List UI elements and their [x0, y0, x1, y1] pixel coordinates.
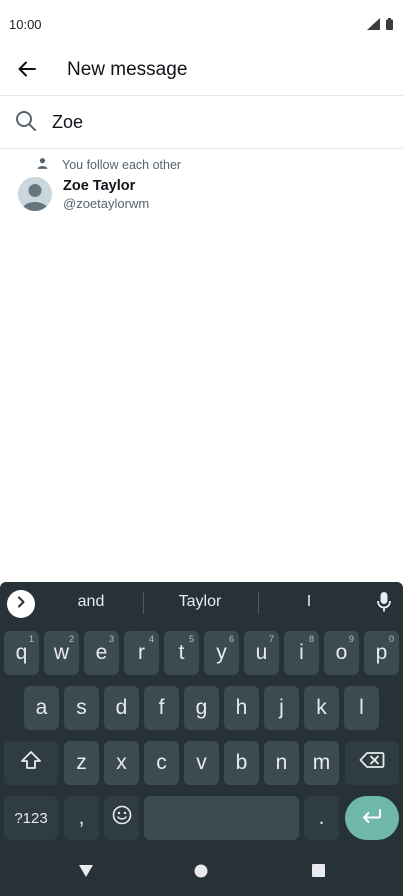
suggestion-divider [143, 592, 144, 614]
key-s[interactable]: s [64, 686, 99, 730]
key-a[interactable]: a [24, 686, 59, 730]
search-icon [14, 109, 38, 138]
suggestion-1[interactable]: and [46, 593, 136, 611]
navigation-bar [0, 850, 403, 896]
key-r[interactable]: r4 [124, 631, 159, 675]
user-name: Zoe Taylor [63, 178, 136, 194]
symbols-key[interactable]: ?123 [4, 796, 58, 840]
key-m[interactable]: m [304, 741, 339, 785]
nav-recents-button[interactable] [309, 864, 327, 882]
key-n[interactable]: n [264, 741, 299, 785]
key-k[interactable]: k [304, 686, 339, 730]
avatar[interactable] [18, 177, 52, 211]
key-z[interactable]: z [64, 741, 99, 785]
comma-key[interactable]: , [64, 796, 99, 840]
shift-key[interactable] [4, 741, 58, 785]
backspace-icon [359, 751, 385, 775]
signal-icon [367, 17, 380, 35]
keyboard: and Taylor I q1 w2 e3 r4 t5 y6 u7 i8 o9 … [0, 582, 403, 896]
key-x[interactable]: x [104, 741, 139, 785]
social-context: You follow each other [36, 157, 181, 173]
suggestion-divider [258, 592, 259, 614]
suggestion-bar: and Taylor I [0, 582, 403, 624]
triangle-down-icon [78, 864, 94, 883]
key-c[interactable]: c [144, 741, 179, 785]
key-v[interactable]: v [184, 741, 219, 785]
key-b[interactable]: b [224, 741, 259, 785]
search-input[interactable] [52, 109, 382, 135]
period-key[interactable]: . [304, 796, 339, 840]
key-u[interactable]: u7 [244, 631, 279, 675]
suggestion-3[interactable]: I [264, 593, 354, 611]
key-l[interactable]: l [344, 686, 379, 730]
key-p[interactable]: p0 [364, 631, 399, 675]
key-h[interactable]: h [224, 686, 259, 730]
nav-back-button[interactable] [77, 864, 95, 882]
nav-home-button[interactable] [192, 864, 210, 882]
key-d[interactable]: d [104, 686, 139, 730]
suggestion-2[interactable]: Taylor [155, 593, 245, 611]
user-handle: @zoetaylorwm [63, 196, 150, 211]
enter-icon [361, 806, 383, 830]
status-icons [367, 17, 393, 35]
circle-icon [194, 864, 208, 883]
back-button[interactable] [12, 56, 42, 86]
emoji-icon [112, 805, 132, 831]
enter-key[interactable] [345, 796, 399, 840]
battery-icon [386, 17, 393, 35]
backspace-key[interactable] [345, 741, 399, 785]
emoji-key[interactable] [104, 796, 139, 840]
chevron-right-icon [15, 595, 27, 613]
key-f[interactable]: f [144, 686, 179, 730]
mic-button[interactable] [377, 591, 391, 618]
key-q[interactable]: q1 [4, 631, 39, 675]
page-title: New message [67, 59, 188, 80]
social-context-text: You follow each other [62, 158, 182, 172]
search-bar [0, 97, 403, 149]
key-g[interactable]: g [184, 686, 219, 730]
key-o[interactable]: o9 [324, 631, 359, 675]
key-t[interactable]: t5 [164, 631, 199, 675]
key-i[interactable]: i8 [284, 631, 319, 675]
status-time: 10:00 [9, 17, 42, 32]
user-result[interactable]: You follow each other Zoe Taylor @zoetay… [0, 152, 403, 218]
key-e[interactable]: e3 [84, 631, 119, 675]
shift-icon [20, 750, 42, 776]
expand-toolbar-button[interactable] [7, 590, 35, 618]
status-bar: 10:00 [0, 0, 403, 48]
person-icon [36, 157, 49, 173]
square-icon [311, 864, 325, 882]
app-header: New message [0, 48, 403, 96]
back-arrow-icon [18, 61, 36, 82]
key-j[interactable]: j [264, 686, 299, 730]
mic-icon [377, 592, 391, 617]
space-key[interactable] [144, 796, 299, 840]
key-w[interactable]: w2 [44, 631, 79, 675]
key-y[interactable]: y6 [204, 631, 239, 675]
